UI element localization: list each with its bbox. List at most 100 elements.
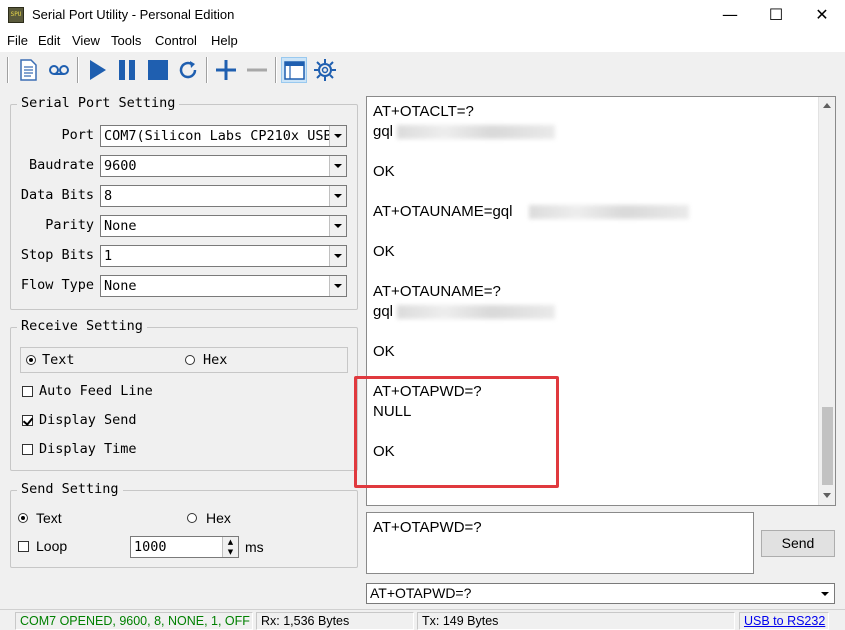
status-bar: COM7 OPENED, 9600, 8, NONE, 1, OFF Rx: 1… <box>0 609 845 630</box>
send-input-text: AT+OTAPWD=? <box>373 519 482 536</box>
toolbar-separator <box>206 57 208 83</box>
play-icon[interactable] <box>84 57 110 83</box>
port-label: Port <box>61 127 94 143</box>
chevron-down-icon[interactable] <box>329 156 346 176</box>
menu-help[interactable]: Help <box>211 33 238 48</box>
send-text-area[interactable]: AT+OTAPWD=? <box>366 512 754 574</box>
toolbar-separator <box>77 57 79 83</box>
data-bits-select[interactable]: 8 <box>100 185 347 207</box>
chevron-down-icon[interactable] <box>329 276 346 296</box>
flow-type-label: Flow Type <box>20 277 94 293</box>
menu-file[interactable]: File <box>7 33 28 48</box>
display-time-label[interactable]: Display Time <box>39 441 137 457</box>
flow-type-select[interactable]: None <box>100 275 347 297</box>
close-button[interactable]: ✕ <box>799 0 845 30</box>
toolbar <box>0 52 845 88</box>
send-hex-label[interactable]: Hex <box>206 510 231 526</box>
minus-icon[interactable] <box>244 57 270 83</box>
auto-feed-line-checkbox[interactable] <box>22 386 33 397</box>
send-history-value: AT+OTAPWD=? <box>370 585 472 601</box>
send-setting-title: Send Setting <box>17 481 123 497</box>
new-document-icon[interactable] <box>15 57 41 83</box>
status-port: COM7 OPENED, 9600, 8, NONE, 1, OFF <box>15 612 253 630</box>
display-send-checkbox[interactable] <box>22 415 33 426</box>
scrollbar-thumb[interactable] <box>822 407 833 485</box>
menu-view[interactable]: View <box>72 33 100 48</box>
loop-label[interactable]: Loop <box>36 538 67 554</box>
rx-line: AT+OTACLT=? <box>373 103 474 120</box>
port-value: COM7(Silicon Labs CP210x USB <box>104 128 329 144</box>
minimize-button[interactable]: — <box>707 0 753 30</box>
app-icon: SPU <box>8 7 24 23</box>
scroll-down-icon[interactable] <box>823 493 831 498</box>
receive-text-label[interactable]: Text <box>42 352 75 368</box>
send-button[interactable]: Send <box>761 530 835 557</box>
chevron-down-icon[interactable] <box>817 584 834 603</box>
pause-icon[interactable] <box>114 57 140 83</box>
stop-icon[interactable] <box>145 57 171 83</box>
baudrate-label: Baudrate <box>28 157 94 173</box>
send-text-label[interactable]: Text <box>36 510 62 526</box>
stop-bits-value: 1 <box>104 248 113 264</box>
status-rx: Rx: 1,536 Bytes <box>256 612 414 630</box>
gear-icon[interactable] <box>312 57 338 83</box>
loop-interval-stepper[interactable]: 1000 ▲ ▼ <box>130 536 239 558</box>
status-tx: Tx: 149 Bytes <box>417 612 735 630</box>
data-bits-value: 8 <box>104 188 113 204</box>
rx-line: gql <box>373 123 394 140</box>
chevron-down-icon[interactable] <box>329 186 346 206</box>
display-send-label[interactable]: Display Send <box>39 412 137 428</box>
rx-line: gql <box>373 303 394 320</box>
scroll-up-icon[interactable] <box>823 103 831 108</box>
window-icon[interactable] <box>281 57 307 83</box>
send-hex-radio[interactable] <box>187 513 197 523</box>
stop-bits-label: Stop Bits <box>20 247 94 263</box>
redacted-text <box>397 125 555 139</box>
display-time-checkbox[interactable] <box>22 444 33 455</box>
window-title: Serial Port Utility - Personal Edition <box>32 7 235 22</box>
usb-to-rs232-link[interactable]: USB to RS232 <box>739 612 829 630</box>
rx-line: AT+OTAUNAME=? <box>373 283 501 300</box>
stop-bits-select[interactable]: 1 <box>100 245 347 267</box>
receive-hex-radio[interactable] <box>185 355 195 365</box>
menu-control[interactable]: Control <box>155 33 197 48</box>
send-history-select[interactable]: AT+OTAPWD=? <box>366 583 835 604</box>
auto-feed-line-label[interactable]: Auto Feed Line <box>39 383 153 399</box>
parity-select[interactable]: None <box>100 215 347 237</box>
stepper-down-icon[interactable]: ▼ <box>222 547 238 557</box>
toolbar-separator <box>7 57 9 83</box>
baudrate-select[interactable]: 9600 <box>100 155 347 177</box>
stepper-up-icon[interactable]: ▲ <box>222 537 238 547</box>
rx-line: OK <box>373 243 395 260</box>
receive-hex-label[interactable]: Hex <box>203 352 227 368</box>
rx-line: OK <box>373 163 395 180</box>
vertical-scrollbar[interactable] <box>818 97 835 505</box>
chevron-down-icon[interactable] <box>329 126 346 146</box>
parity-value: None <box>104 218 137 234</box>
rx-line: AT+OTAUNAME=gql <box>373 203 513 220</box>
maximize-button[interactable]: ☐ <box>753 0 799 30</box>
toolbar-separator <box>275 57 277 83</box>
chevron-down-icon[interactable] <box>329 246 346 266</box>
menu-edit[interactable]: Edit <box>38 33 60 48</box>
menu-tools[interactable]: Tools <box>111 33 141 48</box>
record-icon[interactable] <box>46 57 72 83</box>
redacted-text <box>529 205 689 219</box>
data-bits-label: Data Bits <box>20 187 94 203</box>
chevron-down-icon[interactable] <box>329 216 346 236</box>
redacted-text <box>397 305 555 319</box>
refresh-icon[interactable] <box>175 57 201 83</box>
loop-checkbox[interactable] <box>18 541 29 552</box>
baudrate-value: 9600 <box>104 158 137 174</box>
serial-port-setting-title: Serial Port Setting <box>17 95 180 111</box>
highlight-box <box>354 376 559 488</box>
loop-interval-value: 1000 <box>134 539 167 555</box>
receive-text-radio[interactable] <box>26 355 36 365</box>
send-text-radio[interactable] <box>18 513 28 523</box>
flow-type-value: None <box>104 278 137 294</box>
port-select[interactable]: COM7(Silicon Labs CP210x USB <box>100 125 347 147</box>
parity-label: Parity <box>45 217 94 233</box>
plus-icon[interactable] <box>213 57 239 83</box>
receive-setting-title: Receive Setting <box>17 318 147 334</box>
title-bar: SPU Serial Port Utility - Personal Editi… <box>0 0 845 30</box>
